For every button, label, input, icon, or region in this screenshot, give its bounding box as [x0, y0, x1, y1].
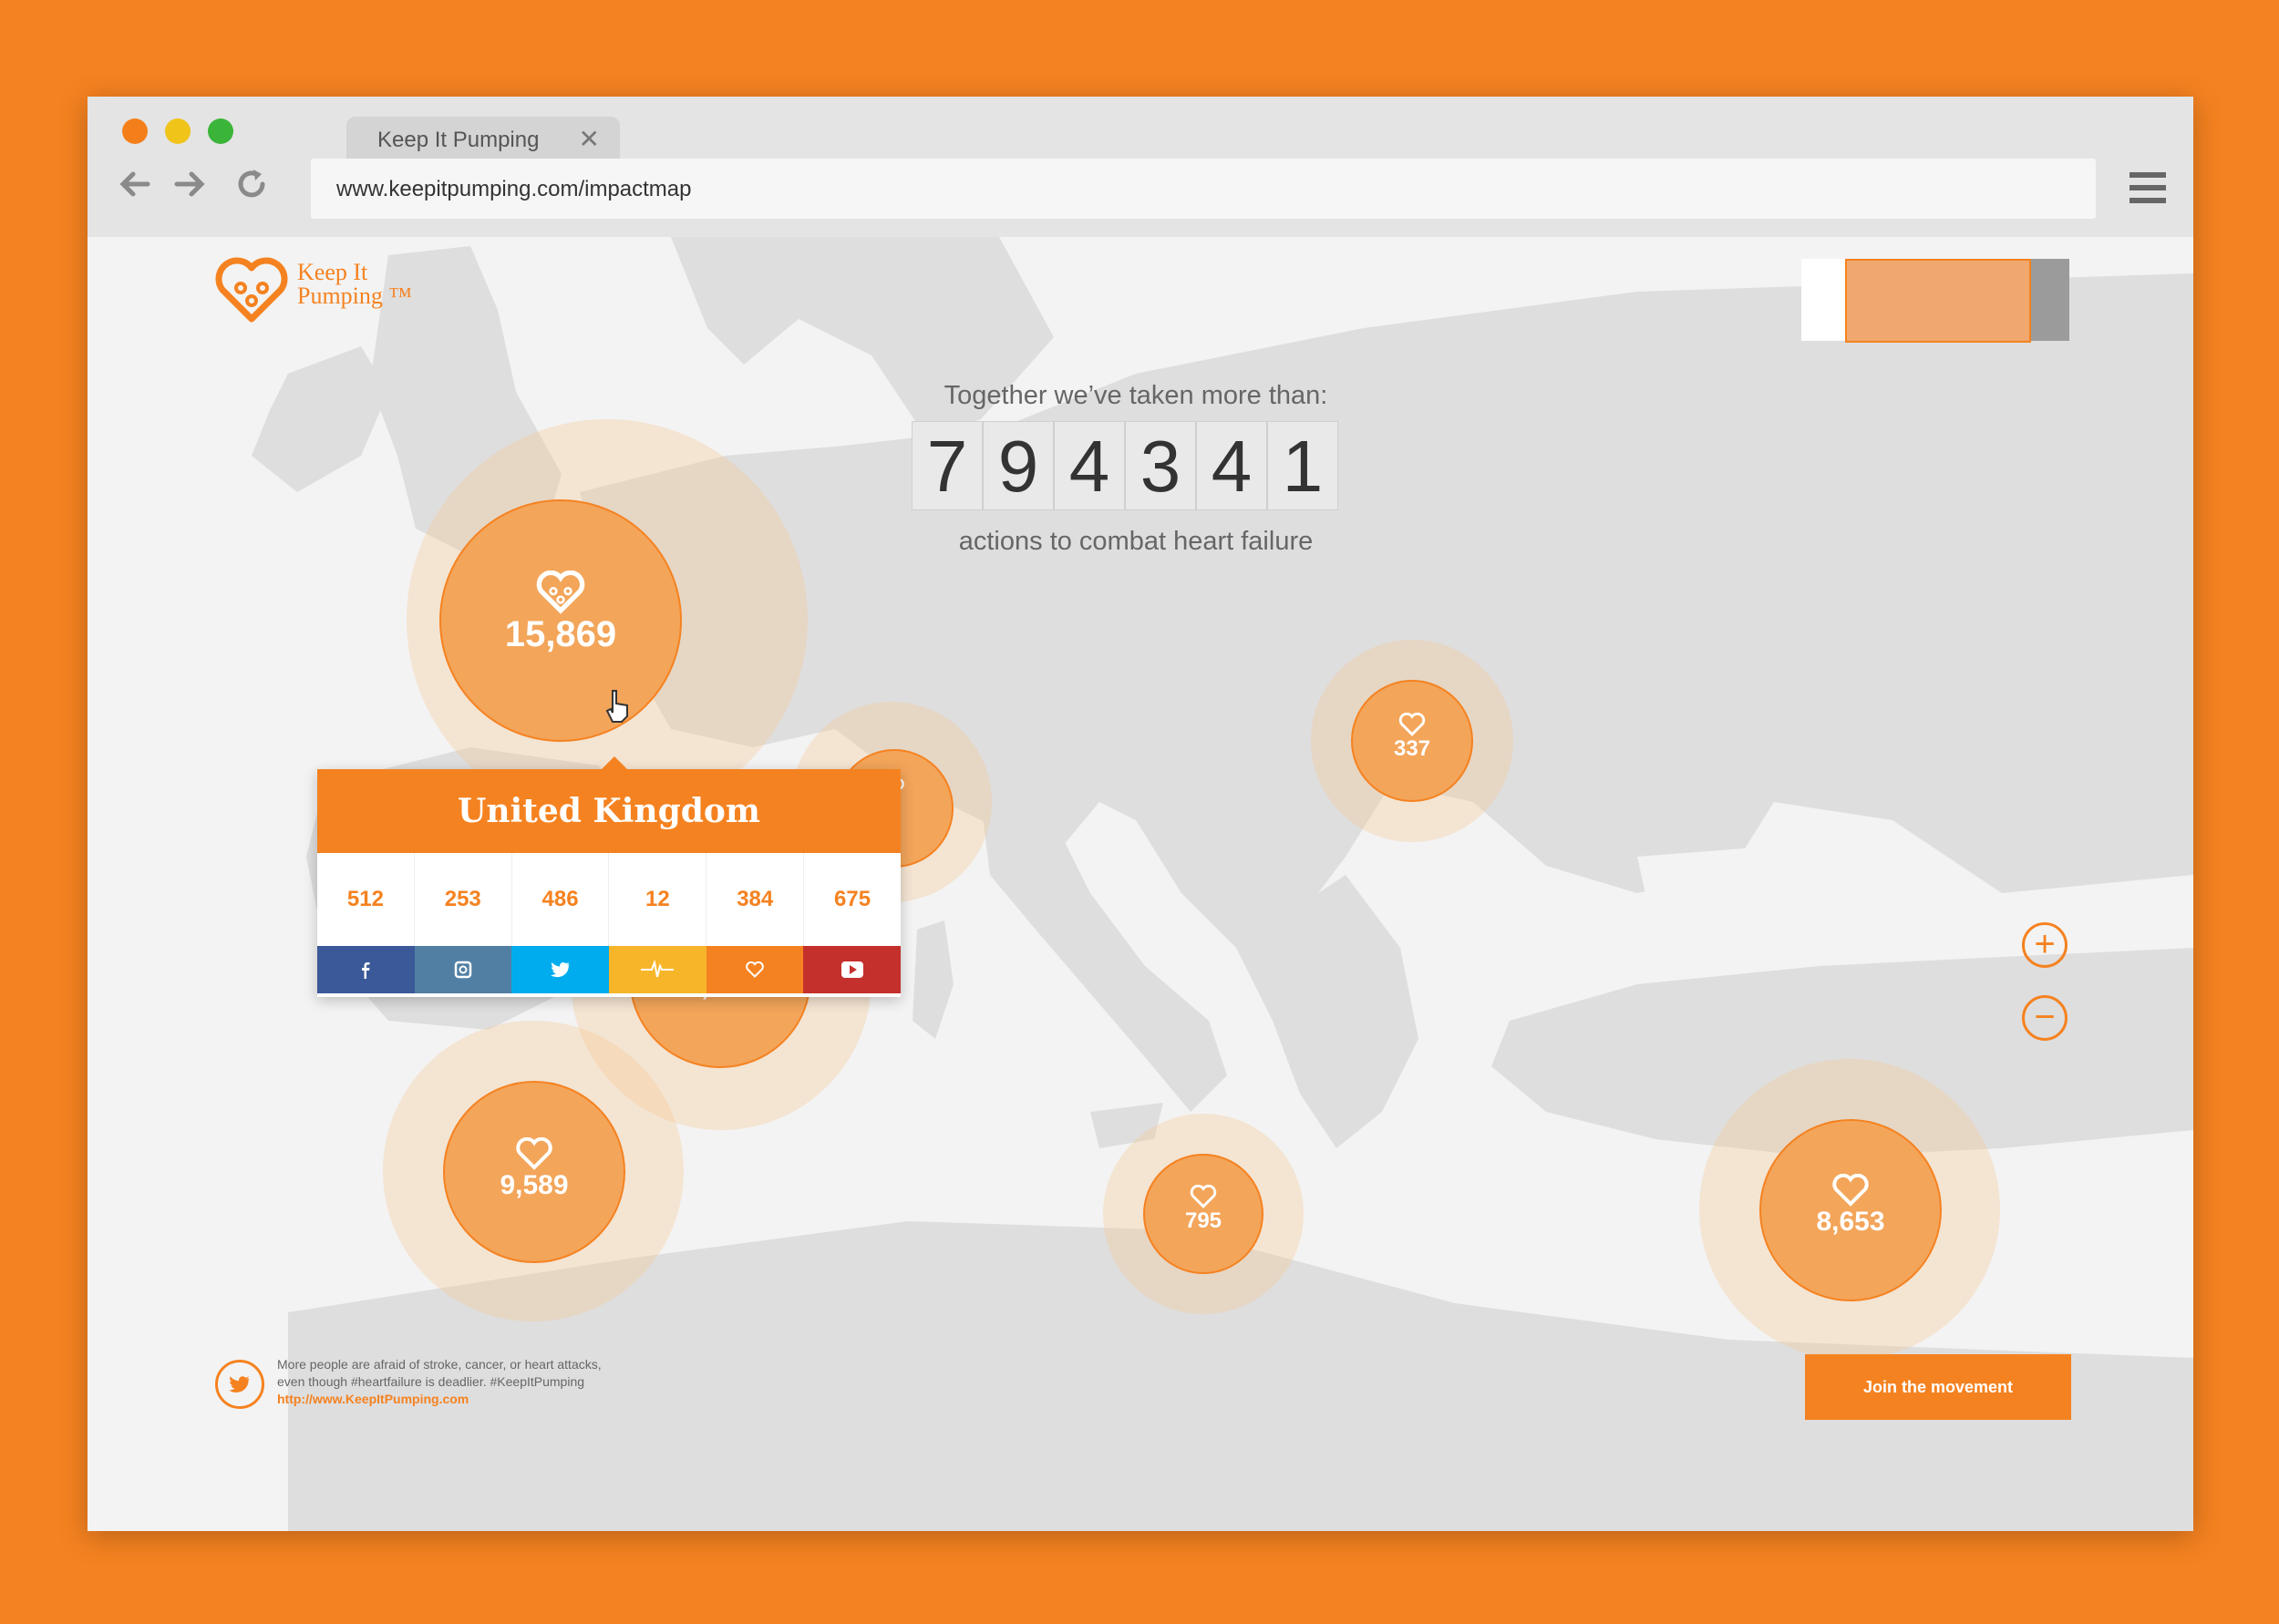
popup-channel-icons: [317, 946, 902, 993]
heart-icon: [1832, 1174, 1869, 1207]
browser-chrome: Keep It Pumping ✕ www.keepitpumping.com/…: [88, 97, 2193, 237]
heart-icon: [1398, 713, 1426, 736]
zoom-in-button[interactable]: +: [2022, 922, 2068, 968]
twitter-icon: [229, 1376, 250, 1393]
zoom-out-icon: −: [2034, 997, 2056, 1037]
facebook-button[interactable]: [317, 946, 415, 993]
counter-digit: 7: [912, 421, 983, 510]
tweet-link[interactable]: http://www.KeepItPumping.com: [277, 1391, 602, 1408]
tab-close-icon[interactable]: ✕: [579, 124, 600, 154]
keep-it-pumping-logo[interactable]: Keep It Pumping ™: [215, 257, 434, 330]
tab-title: Keep It Pumping: [377, 128, 540, 152]
headline: Together we’ve taken more than:: [944, 381, 1328, 410]
twitter-icon: [550, 961, 570, 978]
counter-digit: 9: [983, 421, 1054, 510]
actions-counter: 7 9 4 3 4 1: [912, 421, 1338, 510]
tweet-line-1: More people are afraid of stroke, cancer…: [277, 1357, 602, 1372]
stat-facebook: 512: [317, 853, 415, 946]
back-arrow-icon[interactable]: [115, 164, 155, 204]
instagram-icon: [454, 961, 472, 979]
heart-icon: [516, 1137, 552, 1170]
country-bubble-uk[interactable]: 15,869: [439, 499, 682, 742]
keep-it-pumping-button[interactable]: [706, 946, 804, 993]
counter-digit: 1: [1267, 421, 1338, 510]
bubble-value: 795: [1184, 1208, 1222, 1233]
tweet-line-2: even though #heartfailure is deadlier. #…: [277, 1374, 585, 1389]
url-text: www.keepitpumping.com/impactmap: [336, 177, 692, 201]
logo-text: Keep It Pumping ™: [297, 261, 412, 308]
youtube-icon: [840, 961, 863, 978]
counter-digit: 3: [1125, 421, 1196, 510]
bubble-value: 337: [1393, 736, 1431, 761]
close-window-button[interactable]: [122, 118, 148, 144]
heart-logo-icon: [215, 257, 288, 323]
minimize-window-button[interactable]: [165, 118, 191, 144]
minimap[interactable]: [1801, 259, 2069, 343]
tweet-text: More people are afraid of stroke, cancer…: [277, 1356, 602, 1408]
popup-country-name: United Kingdom: [317, 769, 901, 853]
twitter-button[interactable]: [511, 946, 610, 993]
country-bubble-poland[interactable]: 337: [1351, 680, 1473, 802]
stat-twitter: 486: [512, 853, 610, 946]
youtube-button[interactable]: [803, 946, 902, 993]
country-popup: United Kingdom 512 253 486 12 384 675: [317, 756, 902, 997]
zoom-in-icon: +: [2034, 924, 2056, 964]
popup-pointer: [602, 756, 627, 769]
heart-icon: [536, 570, 585, 614]
hand-cursor-icon: [605, 690, 628, 723]
instagram-button[interactable]: [414, 946, 512, 993]
impact-map[interactable]: Keep It Pumping ™ Together we’ve taken m…: [88, 237, 2193, 1531]
maximize-window-button[interactable]: [208, 118, 233, 144]
hamburger-menu-icon[interactable]: [2129, 170, 2166, 206]
minimap-viewport-selection[interactable]: [1845, 259, 2031, 343]
pulse-button[interactable]: [609, 946, 706, 993]
zoom-out-button[interactable]: −: [2022, 995, 2068, 1041]
logo-line-2: Pumping ™: [297, 283, 412, 309]
heart-icon: [1190, 1185, 1217, 1208]
stat-instagram: 253: [415, 853, 512, 946]
stat-pulse: 12: [609, 853, 707, 946]
reload-icon[interactable]: [232, 164, 272, 204]
browser-window: Keep It Pumping ✕ www.keepitpumping.com/…: [88, 97, 2193, 1531]
logo-line-1: Keep It: [297, 259, 368, 285]
heart-icon: [746, 961, 764, 978]
bubble-value: 15,869: [504, 614, 617, 654]
stat-youtube: 675: [834, 887, 871, 911]
join-movement-button[interactable]: Join the movement: [1805, 1354, 2071, 1420]
bubble-value: 8,653: [1816, 1207, 1885, 1237]
facebook-icon: [362, 962, 370, 979]
bubble-value: 9,589: [500, 1170, 569, 1200]
country-bubble-italy[interactable]: 795: [1143, 1154, 1263, 1274]
tweet-button[interactable]: [215, 1360, 264, 1409]
counter-digit: 4: [1054, 421, 1125, 510]
heartbeat-icon: [641, 961, 675, 978]
browser-tab[interactable]: Keep It Pumping ✕: [346, 117, 620, 160]
address-bar[interactable]: www.keepitpumping.com/impactmap: [311, 159, 2096, 219]
country-bubble-turkey[interactable]: 8,653: [1759, 1119, 1942, 1301]
minimap-left-area: [1801, 259, 1845, 341]
stat-keep-it-pumping: 384: [706, 853, 805, 946]
subline: actions to combat heart failure: [958, 527, 1314, 556]
popup-stats-row: 512 253 486 12 384 675: [317, 853, 901, 946]
counter-digit: 4: [1196, 421, 1267, 510]
country-bubble-spain[interactable]: 9,589: [443, 1081, 625, 1263]
forward-arrow-icon[interactable]: [170, 164, 210, 204]
